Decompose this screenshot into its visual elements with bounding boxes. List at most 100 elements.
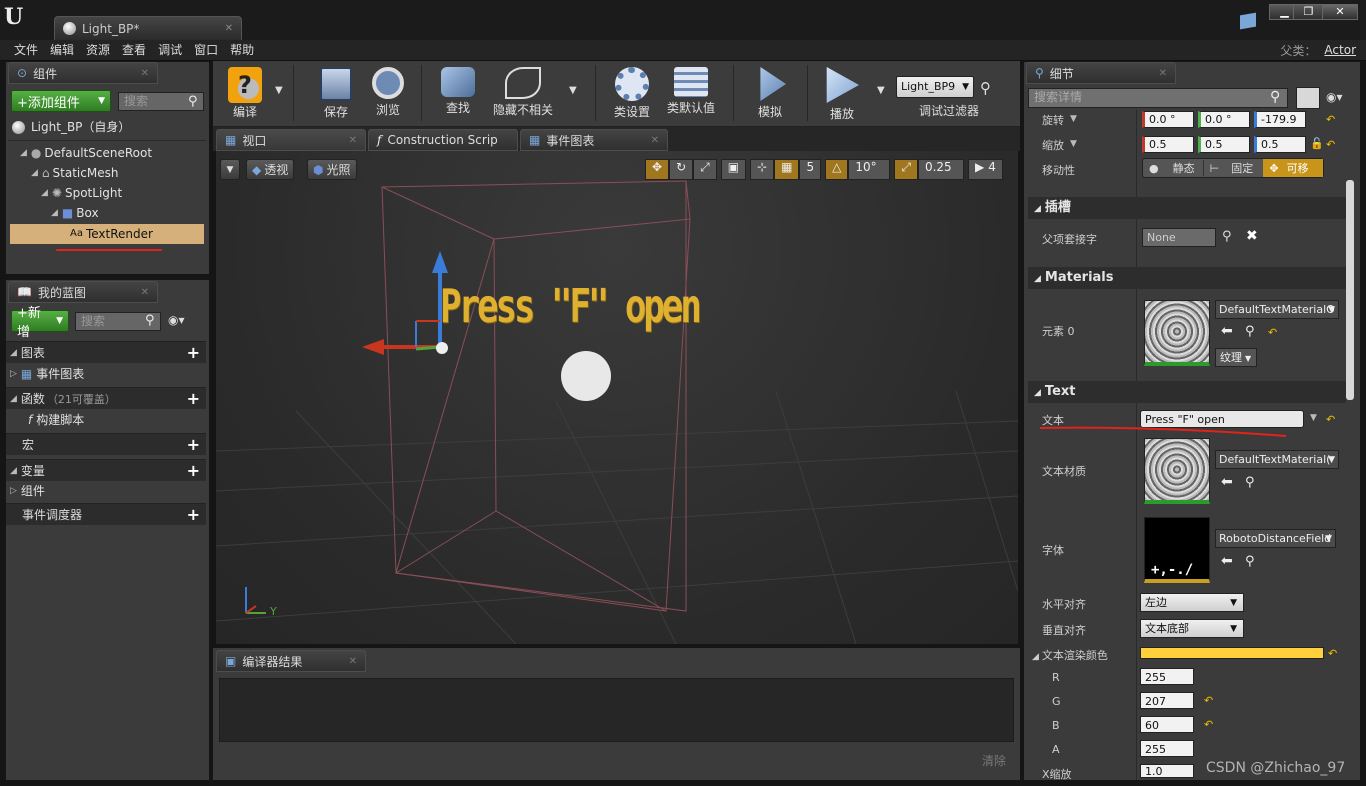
use-selected-icon[interactable]: ⬅: [1221, 323, 1233, 339]
tab-details[interactable]: ⚲ 细节 ✕: [1026, 62, 1176, 84]
section-macros[interactable]: 宏 +: [6, 433, 206, 455]
rotation-x-field[interactable]: 0.0 °: [1142, 111, 1194, 128]
texture-dropdown[interactable]: 纹理 ▼: [1215, 348, 1257, 367]
section-event-dispatchers[interactable]: 事件调度器 +: [6, 503, 206, 525]
close-tab-icon[interactable]: ✕: [651, 135, 659, 146]
reset-to-default-icon[interactable]: ↶: [1328, 647, 1337, 660]
menu-window[interactable]: 窗口: [188, 40, 224, 61]
add-component-button[interactable]: +添加组件 ▼: [11, 90, 111, 112]
menu-file[interactable]: 文件: [8, 40, 44, 61]
parent-socket-field[interactable]: None: [1142, 228, 1216, 247]
expand-arrow-icon[interactable]: ▷: [10, 481, 17, 501]
expand-arrow-icon[interactable]: ◢: [20, 143, 27, 163]
debug-filter-select[interactable]: Light_BP9 ▼: [896, 76, 974, 98]
transform-gizmo[interactable]: [362, 251, 448, 355]
clear-icon[interactable]: ✖: [1246, 228, 1258, 244]
tree-item-box[interactable]: ◢ ■ Box: [51, 203, 99, 223]
text-material-thumbnail[interactable]: [1144, 438, 1210, 504]
close-tab-icon[interactable]: ✕: [1159, 68, 1167, 79]
rotation-z-field[interactable]: -179.9: [1254, 111, 1306, 128]
close-tab-icon[interactable]: ✕: [349, 135, 357, 146]
r-field[interactable]: 255: [1140, 668, 1194, 685]
material-thumbnail[interactable]: [1144, 300, 1210, 366]
scale-x-field[interactable]: 0.5: [1142, 136, 1194, 153]
browse-button[interactable]: 浏览: [365, 61, 411, 123]
close-button[interactable]: ✕: [1322, 4, 1358, 20]
translate-mode-icon[interactable]: ✥: [645, 159, 670, 180]
reset-to-default-icon[interactable]: ↶: [1326, 138, 1335, 151]
menu-edit[interactable]: 编辑: [44, 40, 80, 61]
section-materials[interactable]: ◢ Materials: [1028, 267, 1346, 289]
maximize-button[interactable]: ❐: [1293, 4, 1324, 20]
g-field[interactable]: 207: [1140, 692, 1194, 709]
mobility-stationary-button[interactable]: ⊢ 固定: [1202, 160, 1264, 176]
source-control-icon[interactable]: [1240, 12, 1256, 30]
font-select[interactable]: RobotoDistanceField ▼: [1215, 529, 1336, 548]
document-tab[interactable]: Light_BP* ✕: [54, 16, 242, 40]
section-graphs[interactable]: ◢ 图表 +: [6, 341, 206, 363]
text-material-select[interactable]: DefaultTextMaterial(▼: [1215, 450, 1339, 469]
rotation-snap-value[interactable]: 10°: [848, 159, 891, 180]
add-dispatcher-icon[interactable]: +: [187, 505, 200, 524]
use-selected-icon[interactable]: ⬅: [1221, 553, 1233, 569]
grid-snap-value[interactable]: 5: [799, 159, 822, 180]
property-matrix-icon[interactable]: [1296, 87, 1320, 109]
add-macro-icon[interactable]: +: [187, 435, 200, 454]
perspective-button[interactable]: ◆ 透视: [246, 159, 295, 180]
rotate-mode-icon[interactable]: ↻: [669, 159, 694, 180]
menu-asset[interactable]: 资源: [80, 40, 116, 61]
expand-arrow-icon[interactable]: ◢: [31, 163, 38, 183]
add-new-button[interactable]: +新增 ▼: [11, 306, 69, 340]
tab-my-blueprint[interactable]: 📖 我的蓝图 ✕: [8, 281, 158, 303]
reset-to-default-icon[interactable]: ↶: [1326, 413, 1335, 426]
expand-arrow-icon[interactable]: ◢: [41, 183, 48, 203]
browse-icon[interactable]: ⚲: [1245, 475, 1255, 490]
eye-icon[interactable]: ◉▾: [1326, 90, 1343, 104]
tree-item-textrender[interactable]: Aa TextRender: [10, 224, 204, 244]
play-button[interactable]: 播放: [819, 61, 865, 123]
section-variables[interactable]: ◢ 变量 +: [6, 459, 206, 481]
rotation-y-field[interactable]: 0.0 °: [1198, 111, 1250, 128]
section-functions[interactable]: ◢ 函数 （21可覆盖） +: [6, 387, 206, 409]
mobility-static-button[interactable]: ● 静态: [1143, 160, 1203, 176]
menu-debug[interactable]: 调试: [152, 40, 188, 61]
class-defaults-button[interactable]: 类默认值: [663, 61, 719, 123]
grid-snap-icon[interactable]: ▦: [774, 159, 800, 180]
tab-construction-script[interactable]: f Construction Scrip: [368, 129, 518, 151]
tab-event-graph[interactable]: ▦ 事件图表 ✕: [520, 129, 668, 151]
camera-speed-icon[interactable]: ▶ 4: [967, 159, 1003, 180]
section-sockets[interactable]: ◢ 插槽: [1028, 197, 1346, 219]
world-local-icon[interactable]: ▣: [720, 159, 747, 180]
a-field[interactable]: 255: [1140, 740, 1194, 757]
hide-options-icon[interactable]: ▼: [569, 85, 577, 96]
close-tab-icon[interactable]: ✕: [141, 68, 149, 79]
clear-button[interactable]: 清除: [982, 752, 1006, 769]
tab-compiler-results[interactable]: ▣ 编译器结果 ✕: [216, 650, 366, 672]
h-align-select[interactable]: 左边 ▼: [1140, 593, 1244, 612]
tree-item-spotlight[interactable]: ◢ ✺ SpotLight: [41, 183, 122, 203]
x-scale-field[interactable]: 1.0: [1140, 764, 1194, 778]
spotlight-sprite[interactable]: [561, 351, 611, 401]
reset-to-default-icon[interactable]: ↶: [1204, 718, 1213, 731]
collapse-arrow-icon[interactable]: ◢: [1032, 652, 1039, 662]
lit-button[interactable]: ⬢ 光照: [307, 159, 357, 180]
scale-y-field[interactable]: 0.5: [1198, 136, 1250, 153]
browse-icon[interactable]: ⚲: [1245, 554, 1255, 569]
scale-mode-icon[interactable]: ⤢: [693, 159, 717, 180]
tree-item-defaultsceneroot[interactable]: ◢ ● DefaultSceneRoot: [20, 143, 152, 163]
scale-z-field[interactable]: 0.5: [1254, 136, 1306, 153]
b-field[interactable]: 60: [1140, 716, 1194, 733]
menu-help[interactable]: 帮助: [224, 40, 260, 61]
add-variable-icon[interactable]: +: [187, 461, 200, 480]
find-button[interactable]: 查找: [435, 61, 481, 123]
reset-to-default-icon[interactable]: ↶: [1326, 113, 1335, 126]
expand-arrow-icon[interactable]: ▷: [10, 364, 17, 384]
mobility-movable-button[interactable]: ✥ 可移: [1263, 159, 1324, 177]
simulate-button[interactable]: 模拟: [747, 61, 793, 123]
details-search-input[interactable]: 搜索详情: [1028, 88, 1288, 108]
close-tab-icon[interactable]: ✕: [349, 656, 357, 667]
font-thumbnail[interactable]: +,-./: [1144, 517, 1210, 583]
compile-options-icon[interactable]: ▼: [275, 85, 283, 96]
parent-class-link[interactable]: Actor: [1324, 43, 1356, 57]
save-button[interactable]: 保存: [313, 61, 359, 123]
